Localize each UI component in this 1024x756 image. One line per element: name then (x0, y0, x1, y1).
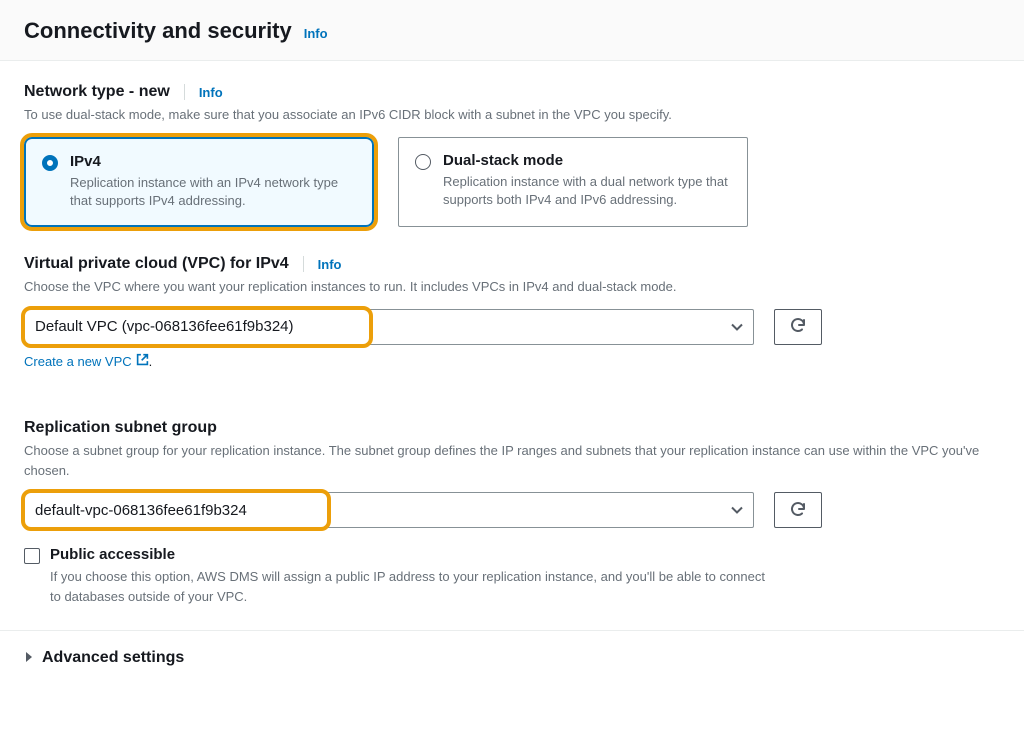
content-area: Network type - new Info To use dual-stac… (0, 61, 1024, 606)
subnet-selected-value: default-vpc-068136fee61f9b324 (35, 502, 247, 519)
advanced-settings-toggle[interactable]: Advanced settings (0, 631, 1024, 685)
vpc-info-link[interactable]: Info (318, 257, 342, 272)
radio-icon (415, 154, 431, 170)
network-type-option-dual[interactable]: Dual-stack mode Replication instance wit… (398, 137, 748, 228)
option-title: IPv4 (70, 153, 356, 170)
radio-icon (42, 155, 58, 171)
vpc-selected-value: Default VPC (vpc-068136fee61f9b324) (35, 318, 294, 335)
network-type-options: IPv4 Replication instance with an IPv4 n… (24, 137, 1000, 228)
option-desc: Replication instance with an IPv4 networ… (70, 174, 356, 212)
refresh-icon (789, 500, 807, 521)
public-accessible-desc: If you choose this option, AWS DMS will … (50, 567, 770, 606)
divider (184, 84, 185, 100)
create-vpc-link[interactable]: Create a new VPC (24, 353, 149, 369)
subnet-select-row: default-vpc-068136fee61f9b324 (24, 492, 1000, 528)
chevron-down-icon (731, 318, 743, 335)
vpc-select[interactable]: Default VPC (vpc-068136fee61f9b324) (24, 309, 754, 345)
create-vpc-text: Create a new VPC (24, 354, 132, 369)
subnet-refresh-button[interactable] (774, 492, 822, 528)
vpc-select-row: Default VPC (vpc-068136fee61f9b324) (24, 309, 1000, 345)
network-type-desc: To use dual-stack mode, make sure that y… (24, 105, 1000, 125)
option-desc: Replication instance with a dual network… (443, 173, 731, 211)
caret-right-icon (24, 650, 34, 666)
public-accessible-checkbox[interactable] (24, 548, 40, 564)
network-type-header: Network type - new Info (24, 83, 1000, 101)
network-type-label: Network type - new (24, 83, 170, 101)
vpc-desc: Choose the VPC where you want your repli… (24, 277, 1000, 297)
external-link-icon (136, 353, 149, 369)
vpc-block: Virtual private cloud (VPC) for IPv4 Inf… (24, 255, 1000, 397)
divider (303, 256, 304, 272)
refresh-icon (789, 316, 807, 337)
subnet-header: Replication subnet group (24, 419, 1000, 437)
subnet-desc: Choose a subnet group for your replicati… (24, 441, 1000, 480)
header-info-link[interactable]: Info (304, 26, 328, 41)
option-title: Dual-stack mode (443, 152, 731, 169)
vpc-header: Virtual private cloud (VPC) for IPv4 Inf… (24, 255, 1000, 273)
network-type-option-ipv4[interactable]: IPv4 Replication instance with an IPv4 n… (24, 137, 374, 228)
network-type-block: Network type - new Info To use dual-stac… (24, 83, 1000, 227)
section-header: Connectivity and security Info (0, 0, 1024, 61)
advanced-settings-label: Advanced settings (42, 649, 184, 667)
vpc-label: Virtual private cloud (VPC) for IPv4 (24, 255, 289, 273)
page-title: Connectivity and security (24, 18, 292, 44)
network-type-info-link[interactable]: Info (199, 85, 223, 100)
create-vpc-period: . (149, 354, 153, 369)
subnet-label: Replication subnet group (24, 419, 217, 437)
vpc-refresh-button[interactable] (774, 309, 822, 345)
subnet-select[interactable]: default-vpc-068136fee61f9b324 (24, 492, 754, 528)
create-vpc-row: Create a new VPC . (24, 353, 1000, 398)
subnet-block: Replication subnet group Choose a subnet… (24, 419, 1000, 528)
public-accessible-label: Public accessible (50, 546, 770, 563)
public-accessible-row: Public accessible If you choose this opt… (24, 546, 1000, 606)
chevron-down-icon (731, 502, 743, 519)
